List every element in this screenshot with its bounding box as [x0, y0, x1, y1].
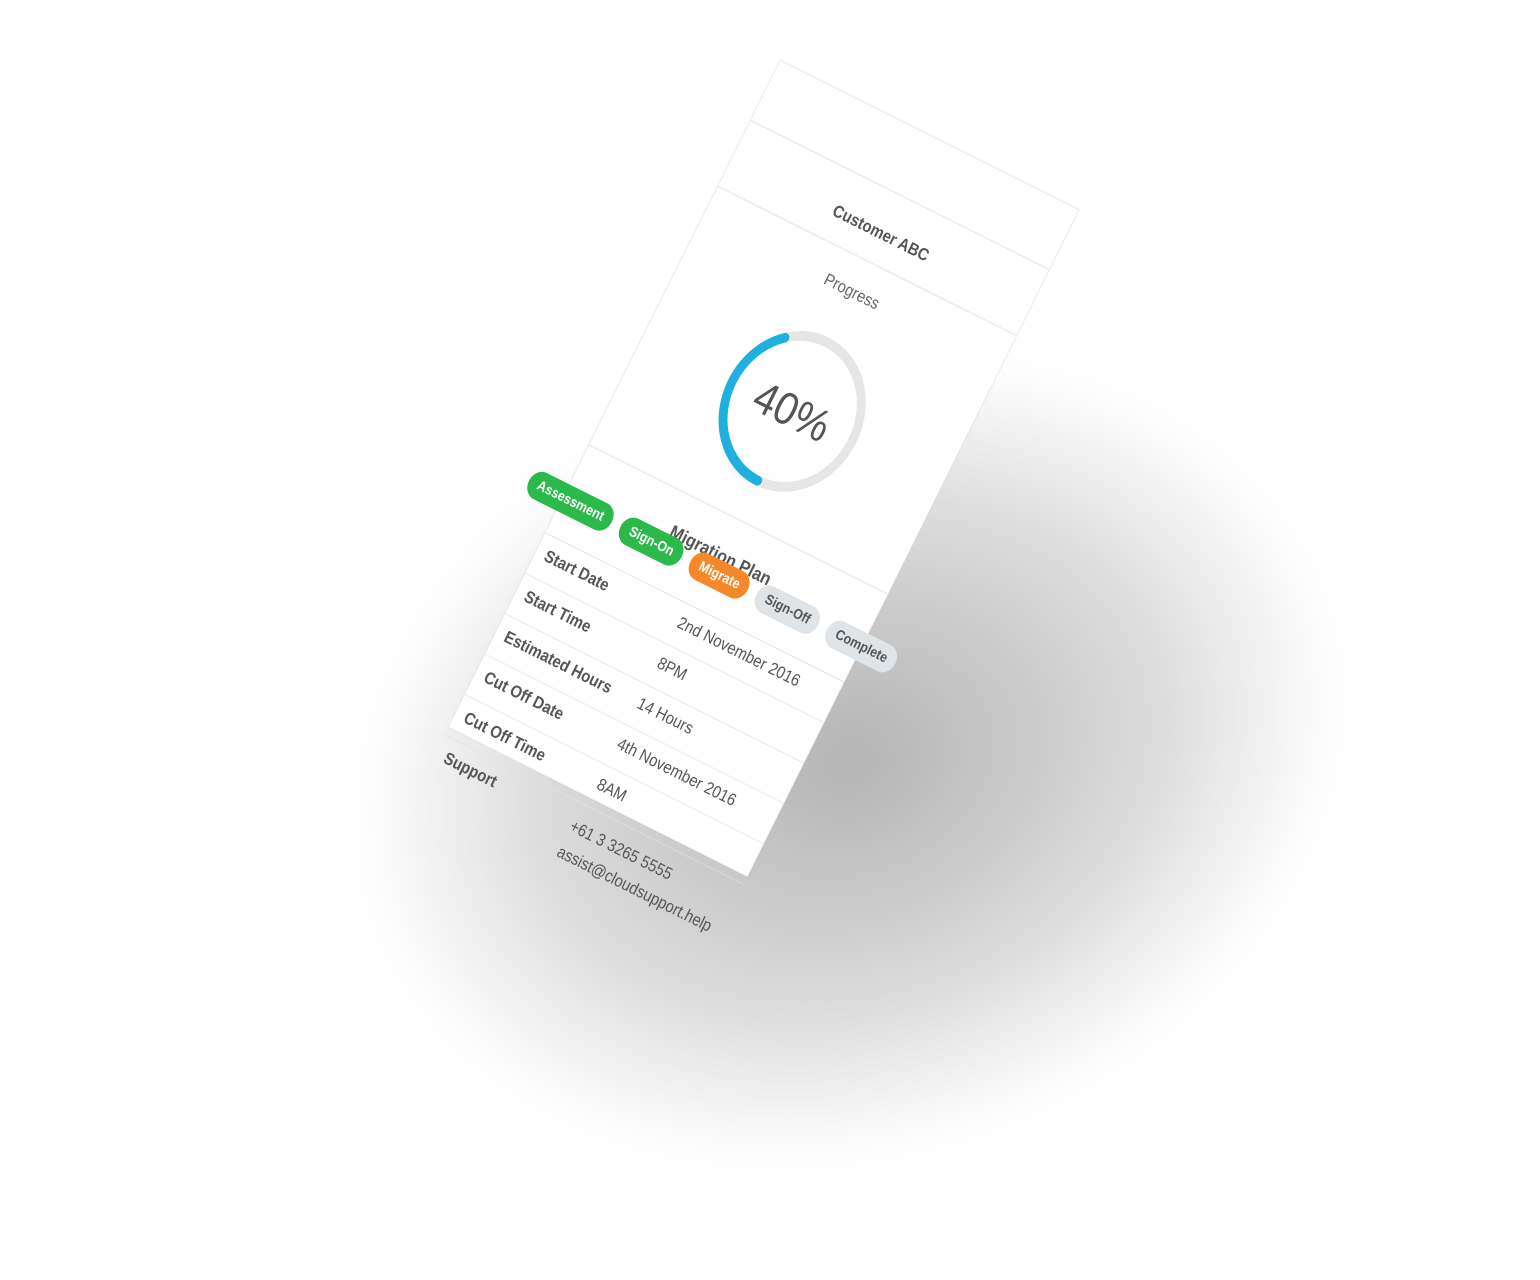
stage: Customer ABC Progress 40% Migration Plan…: [0, 0, 1540, 1280]
